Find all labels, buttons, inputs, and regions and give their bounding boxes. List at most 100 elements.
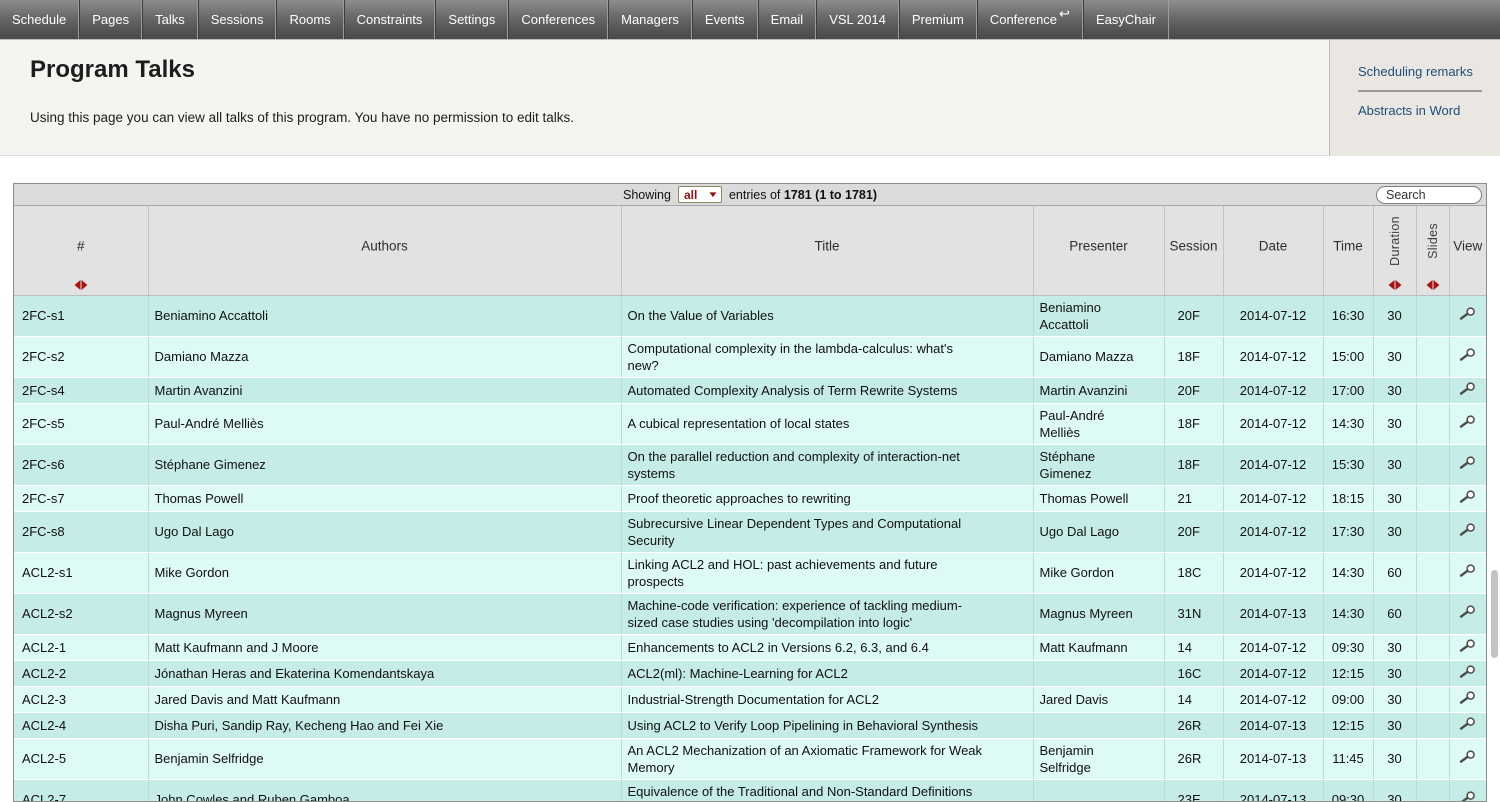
view-talk-button[interactable]	[1459, 716, 1476, 731]
nav-tab-premium[interactable]: Premium	[899, 0, 977, 39]
view-talk-button[interactable]	[1459, 455, 1476, 470]
view-talk-button[interactable]	[1459, 306, 1476, 321]
sort-arrows[interactable]	[1426, 280, 1439, 290]
cell-session: 16C	[1164, 660, 1223, 686]
nav-tab-email[interactable]: Email	[758, 0, 817, 39]
nav-tab-rooms[interactable]: Rooms	[276, 0, 343, 39]
nav-tab-sessions[interactable]: Sessions	[198, 0, 277, 39]
column-label: #	[77, 238, 85, 253]
cell-duration: 30	[1373, 485, 1416, 511]
view-talk-button[interactable]	[1459, 489, 1476, 504]
sidebar-link-scheduling-remarks[interactable]: Scheduling remarks	[1358, 64, 1500, 79]
cell-id: 2FC-s4	[14, 377, 148, 403]
cell-authors: Matt Kaufmann and J Moore	[148, 634, 621, 660]
cell-authors: Mike Gordon	[148, 552, 621, 593]
cell-id: ACL2-s2	[14, 593, 148, 634]
switch-conference-icon: ↩	[1059, 6, 1070, 22]
cell-authors: Jónathan Heras and Ekaterina Komendantsk…	[148, 660, 621, 686]
cell-time: 09:30	[1323, 779, 1373, 802]
cell-title: Enhancements to ACL2 in Versions 6.2, 6.…	[621, 634, 1033, 660]
column-label: Authors	[361, 238, 408, 253]
view-talk-button[interactable]	[1459, 381, 1476, 396]
nav-tab-schedule[interactable]: Schedule	[0, 0, 79, 39]
view-talk-button[interactable]	[1459, 414, 1476, 429]
cell-view	[1449, 377, 1486, 403]
search-input[interactable]	[1376, 186, 1482, 204]
cell-duration: 30	[1373, 336, 1416, 377]
cell-title: Equivalence of the Traditional and Non-S…	[621, 779, 1033, 802]
talk-row: 2FC-s6Stéphane GimenezOn the parallel re…	[14, 444, 1486, 485]
view-talk-button[interactable]	[1459, 638, 1476, 653]
nav-tab-events[interactable]: Events	[692, 0, 758, 39]
view-talk-button[interactable]	[1459, 522, 1476, 537]
sort-arrows[interactable]	[1388, 280, 1401, 290]
cell-view	[1449, 485, 1486, 511]
entries-per-page-select[interactable]: all ▼	[678, 186, 722, 203]
magnifier-icon	[1459, 306, 1476, 321]
nav-tab-settings[interactable]: Settings	[435, 0, 508, 39]
cell-session: 18C	[1164, 552, 1223, 593]
column-header-id[interactable]: #	[14, 206, 148, 295]
cell-duration: 60	[1373, 593, 1416, 634]
cell-session: 31N	[1164, 593, 1223, 634]
talk-row: ACL2-4Disha Puri, Sandip Ray, Kecheng Ha…	[14, 712, 1486, 738]
nav-tab-vsl-2014[interactable]: VSL 2014	[816, 0, 899, 39]
view-talk-button[interactable]	[1459, 790, 1476, 802]
magnifier-icon	[1459, 690, 1476, 705]
cell-id: 2FC-s5	[14, 403, 148, 444]
cell-id: ACL2-2	[14, 660, 148, 686]
view-talk-button[interactable]	[1459, 563, 1476, 578]
sort-asc-icon	[1388, 280, 1394, 290]
cell-slides	[1416, 634, 1449, 660]
cell-title: Computational complexity in the lambda-c…	[621, 336, 1033, 377]
cell-duration: 30	[1373, 444, 1416, 485]
nav-tab-talks[interactable]: Talks	[142, 0, 198, 39]
sort-desc-icon	[81, 280, 87, 290]
cell-view	[1449, 403, 1486, 444]
nav-tab-conferences[interactable]: Conferences	[508, 0, 608, 39]
column-header-duration[interactable]: Duration	[1373, 206, 1416, 295]
nav-tab-label: Email	[771, 12, 804, 27]
scrollbar-thumb[interactable]	[1491, 570, 1498, 658]
cell-time: 12:15	[1323, 712, 1373, 738]
view-talk-button[interactable]	[1459, 347, 1476, 362]
sort-arrows[interactable]	[74, 280, 87, 290]
cell-time: 11:45	[1323, 738, 1373, 779]
cell-title: Subrecursive Linear Dependent Types and …	[621, 511, 1033, 552]
cell-date: 2014-07-12	[1223, 686, 1323, 712]
talk-row: 2FC-s5Paul-André MellièsA cubical repres…	[14, 403, 1486, 444]
nav-tab-constraints[interactable]: Constraints	[344, 0, 436, 39]
cell-title: ACL2(ml): Machine-Learning for ACL2	[621, 660, 1033, 686]
nav-tab-managers[interactable]: Managers	[608, 0, 692, 39]
cell-date: 2014-07-13	[1223, 779, 1323, 802]
view-talk-button[interactable]	[1459, 604, 1476, 619]
column-label: Presenter	[1069, 238, 1128, 253]
cell-date: 2014-07-12	[1223, 485, 1323, 511]
cell-session: 20F	[1164, 511, 1223, 552]
sidebar-link-abstracts-in-word[interactable]: Abstracts in Word	[1358, 103, 1500, 118]
cell-view	[1449, 552, 1486, 593]
view-talk-button[interactable]	[1459, 690, 1476, 705]
cell-session: 21	[1164, 485, 1223, 511]
cell-date: 2014-07-12	[1223, 444, 1323, 485]
talk-row: 2FC-s8Ugo Dal LagoSubrecursive Linear De…	[14, 511, 1486, 552]
nav-tab-pages[interactable]: Pages	[79, 0, 142, 39]
cell-slides	[1416, 779, 1449, 802]
magnifier-icon	[1459, 347, 1476, 362]
magnifier-icon	[1459, 749, 1476, 764]
cell-session: 26R	[1164, 712, 1223, 738]
nav-tab-conference[interactable]: Conference↩	[977, 0, 1083, 39]
nav-tab-easychair[interactable]: EasyChair	[1083, 0, 1169, 39]
magnifier-icon	[1459, 604, 1476, 619]
nav-tab-label: Schedule	[12, 12, 66, 27]
column-header-slides[interactable]: Slides	[1416, 206, 1449, 295]
cell-authors: Thomas Powell	[148, 485, 621, 511]
nav-tab-label: Conferences	[521, 12, 595, 27]
cell-session: 18F	[1164, 336, 1223, 377]
cell-authors: Jared Davis and Matt Kaufmann	[148, 686, 621, 712]
sort-desc-icon	[1433, 280, 1439, 290]
nav-tab-label: Events	[705, 12, 745, 27]
view-talk-button[interactable]	[1459, 749, 1476, 764]
cell-id: ACL2-s1	[14, 552, 148, 593]
view-talk-button[interactable]	[1459, 664, 1476, 679]
